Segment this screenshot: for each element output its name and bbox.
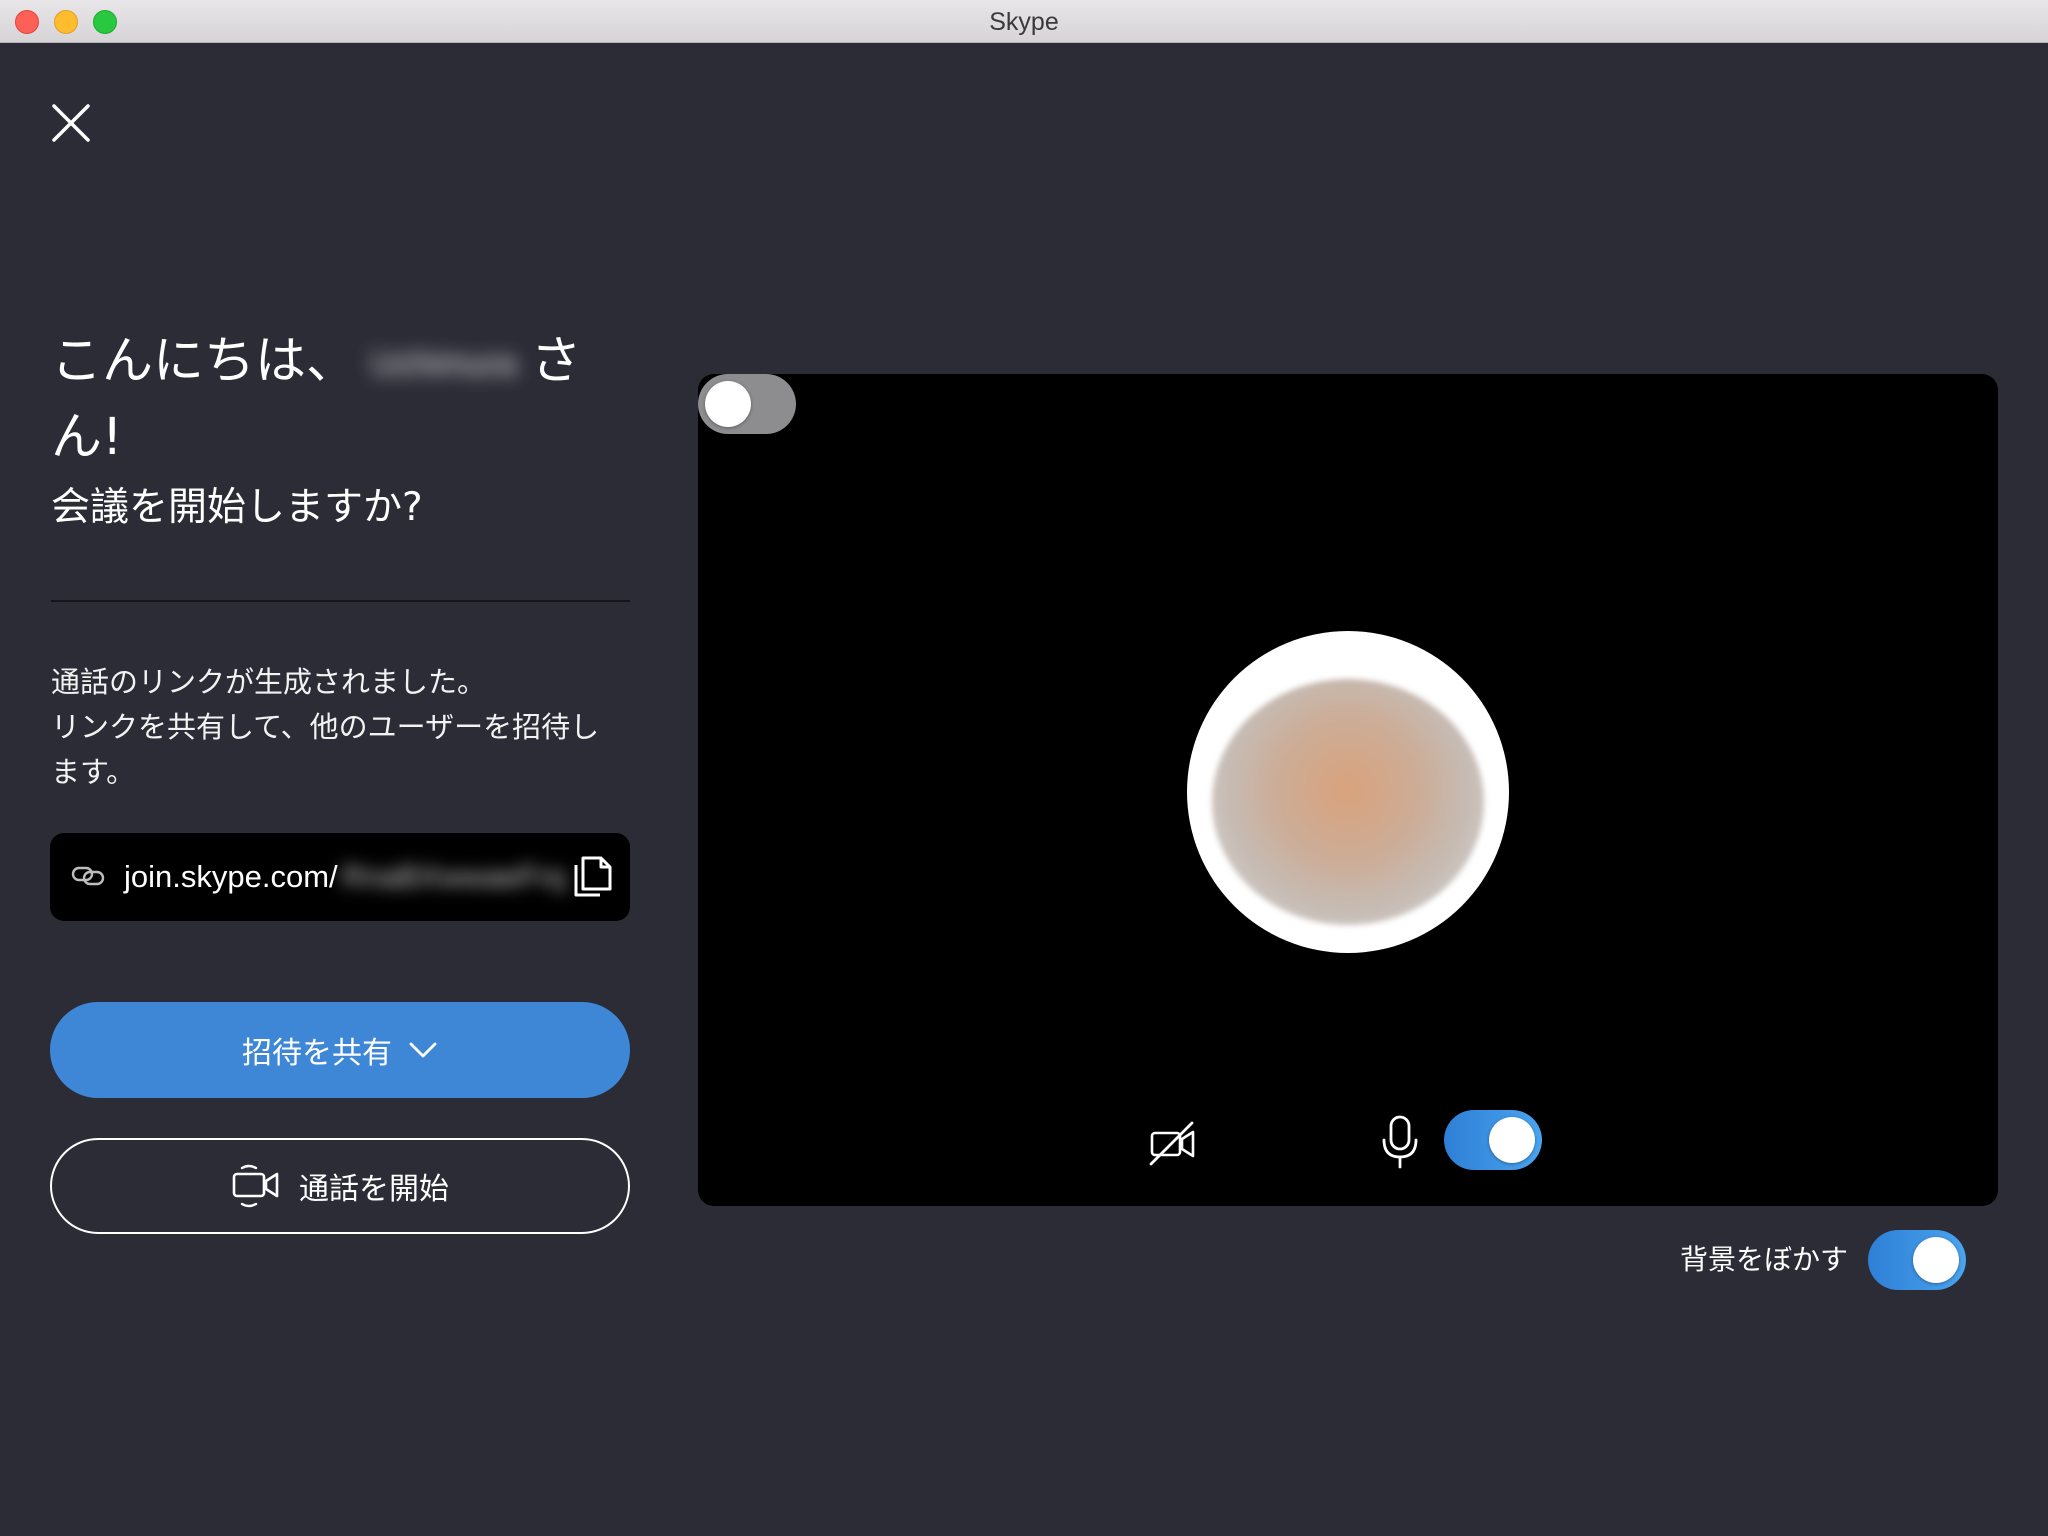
background-blur-toggle-knob	[1913, 1237, 1959, 1283]
greeting-honorific-end: ん!	[51, 408, 123, 467]
user-name: Uchimura	[371, 345, 517, 383]
title-bar: Skype	[0, 0, 2048, 43]
video-call-icon	[232, 1164, 279, 1208]
microphone-icon	[1382, 1115, 1418, 1169]
camera-toggle[interactable]	[698, 374, 796, 434]
share-invite-button[interactable]: 招待を共有	[50, 1002, 630, 1098]
avatar-image	[1212, 679, 1484, 925]
copy-icon[interactable]	[570, 853, 616, 901]
window-title: Skype	[989, 8, 1059, 36]
greeting-hello: こんにちは、	[51, 332, 358, 391]
link-description: 通話のリンクが生成されました。 リンクを共有して、他のユーザーを招待し ます。	[51, 660, 641, 795]
share-invite-label: 招待を共有	[242, 1036, 392, 1071]
link-icon	[71, 866, 105, 886]
close-icon[interactable]	[48, 100, 94, 146]
chevron-down-icon	[409, 1042, 437, 1058]
camera-toggle-knob	[705, 381, 751, 427]
greeting-heading: こんにちは、 Uchimura さ ん!	[51, 325, 631, 475]
start-call-label: 通話を開始	[299, 1172, 449, 1207]
microphone-toggle[interactable]	[1444, 1110, 1542, 1170]
meeting-question: 会議を開始しますか?	[51, 485, 423, 530]
meeting-link-box[interactable]: join.skype.com/RnaBXwwaeFrq	[50, 833, 630, 921]
description-line-1: 通話のリンクが生成されました。	[51, 665, 487, 699]
video-preview	[698, 374, 1998, 1206]
description-line-3: ます。	[51, 755, 136, 789]
background-blur-label: 背景をぼかす	[1680, 1243, 1849, 1276]
avatar	[1187, 631, 1509, 953]
greeting-honorific: さ	[530, 332, 582, 391]
meeting-link-prefix: join.skype.com/	[124, 859, 338, 894]
meeting-link-code: RnaBXwwaeFrq	[341, 859, 566, 894]
microphone-toggle-knob	[1489, 1117, 1535, 1163]
description-line-2: リンクを共有して、他のユーザーを招待し	[51, 710, 600, 744]
start-call-button[interactable]: 通話を開始	[50, 1138, 630, 1234]
meeting-link-text[interactable]: join.skype.com/RnaBXwwaeFrq	[124, 855, 566, 899]
camera-off-icon	[1149, 1121, 1195, 1166]
background-blur-toggle[interactable]	[1868, 1230, 1966, 1290]
divider	[51, 600, 630, 602]
